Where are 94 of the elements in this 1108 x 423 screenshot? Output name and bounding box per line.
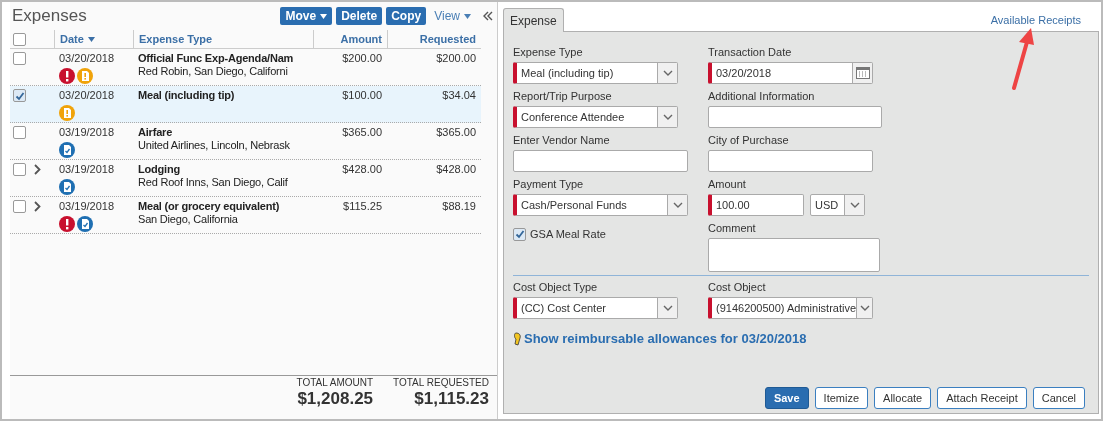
dropdown-field[interactable]: (CC) Cost Center [513,297,678,319]
total-value: $1,208.25 [297,389,374,409]
checkbox[interactable] [13,52,26,65]
field-label: Report/Trip Purpose [513,90,613,103]
action-button[interactable]: Attach Receipt [937,387,1027,409]
column-header[interactable]: Amount [313,30,387,48]
field-label: Payment Type [513,178,585,191]
amount-text: $200.00 [342,52,382,66]
expense-type-text: Meal (or grocery equivalent) [138,200,280,213]
expense-type-text: Official Func Exp-Agenda/Nam [138,52,294,65]
tab[interactable]: Expense [503,8,564,32]
checkbox[interactable] [13,32,26,46]
toolbar-button[interactable]: Delete [336,7,383,25]
view-menu[interactable]: View [434,7,471,25]
currency-dropdown[interactable]: USD [810,194,865,216]
sort-icon [87,36,95,42]
field-label: Cost Object [708,281,767,294]
checkbox[interactable] [13,163,26,176]
amount-text: $115.25 [343,200,382,214]
text-field[interactable] [513,150,688,172]
field-label: Transaction Date [708,46,793,59]
allowances-link[interactable]: Show reimbursable allowances for 03/20/2018 [524,329,807,349]
chevron-down-icon[interactable] [657,298,677,318]
expense-type-text: Airfare [138,126,173,139]
field-label: City of Purchase [708,134,790,147]
expense-row[interactable]: 03/20/2018 Meal (including tip) $100.00 $34.04 [10,86,481,123]
checkbox[interactable] [13,200,26,213]
vendor-location-text: Red Roof Inns, San Diego, Calif [138,176,288,189]
save-button[interactable]: Save [764,387,809,409]
expense-row[interactable]: 03/19/2018 Lodging Red Roof Inns, San Diego, Calif $428.00 $428.00 [10,160,481,197]
checkbox[interactable] [513,227,526,241]
collapse-icon[interactable] [483,11,493,21]
total-label: TOTAL AMOUNT [296,377,374,389]
panel-title: Expenses [12,5,88,28]
checkbox-label: GSA Meal Rate [530,227,606,242]
expense-type-text: Meal (including tip) [138,89,235,102]
amount-text: $100.00 [342,89,382,103]
field-label: Amount [708,178,747,191]
checkbox[interactable] [13,89,26,102]
action-button[interactable]: Cancel [1032,387,1085,409]
field-label: Cost Object Type [513,281,599,294]
expense-row[interactable]: 03/19/2018 Meal (or grocery equivalent) San Diego, California $115.25 $88.19 [10,197,481,234]
requested-text: $428.00 [436,163,476,177]
chevron-down-icon[interactable] [667,195,687,215]
dropdown-field[interactable]: Cash/Personal Funds [513,194,688,216]
requested-text: $88.19 [442,200,476,214]
comment-field[interactable] [708,238,880,272]
dropdown-field[interactable]: Meal (including tip) [513,62,678,84]
field-label: Expense Type [513,46,584,59]
requested-text: $34.04 [442,89,476,103]
caret-icon [464,13,471,19]
column-header[interactable]: Requested [387,30,481,48]
expense-row[interactable]: 03/19/2018 Airfare United Airlines, Lincoln, Nebrask $365.00 $365.00 [10,123,481,160]
text-field[interactable] [708,106,882,128]
amount-field[interactable]: 100.00 [708,194,804,216]
amount-text: $428.00 [342,163,382,177]
checkbox[interactable] [13,126,26,139]
toolbar-button[interactable]: Copy [386,7,427,25]
date-text: 03/20/2018 [59,89,116,102]
available-receipts-link[interactable]: Available Receipts [990,11,1081,28]
chevron-down-icon[interactable] [844,195,864,215]
dropdown-field[interactable]: Conference Attendee [513,106,678,128]
text-field[interactable] [708,150,873,172]
date-field[interactable]: 03/20/2018 [708,62,873,84]
chevron-down-icon[interactable] [657,63,677,83]
vendor-location-text: Red Robin, San Diego, Californi [138,65,288,78]
move-dropdown[interactable]: Move [280,7,333,25]
chevron-icon[interactable] [34,201,41,212]
date-text: 03/19/2018 [59,200,116,213]
chevron-down-icon[interactable] [657,107,677,127]
field-label: Additional Information [708,90,816,103]
date-text: 03/19/2018 [59,126,116,139]
amount-text: $365.00 [342,126,382,140]
action-button[interactable]: Allocate [874,387,932,409]
vendor-location-text: San Diego, California [138,213,238,226]
column-header[interactable]: Expense Type [133,30,313,48]
column-header[interactable]: Date [54,30,133,48]
requested-text: $200.00 [436,52,476,66]
chevron-down-icon[interactable] [856,298,872,318]
vendor-location-text: United Airlines, Lincoln, Nebrask [138,139,290,152]
requested-text: $365.00 [436,126,476,140]
field-label: Comment [708,222,757,235]
dropdown-field[interactable]: (9146200500) Administrative [708,297,873,319]
expense-type-text: Lodging [138,163,180,176]
action-button[interactable]: Itemize [814,387,869,409]
date-text: 03/20/2018 [59,52,116,65]
calendar-icon[interactable] [852,63,872,83]
caret-icon [320,13,328,19]
total-value: $1,115.23 [414,389,489,409]
total-label: TOTAL REQUESTED [393,377,489,389]
chevron-icon[interactable] [34,164,41,175]
field-label: Enter Vendor Name [513,134,611,147]
date-text: 03/19/2018 [59,163,116,176]
key-icon [513,331,523,346]
